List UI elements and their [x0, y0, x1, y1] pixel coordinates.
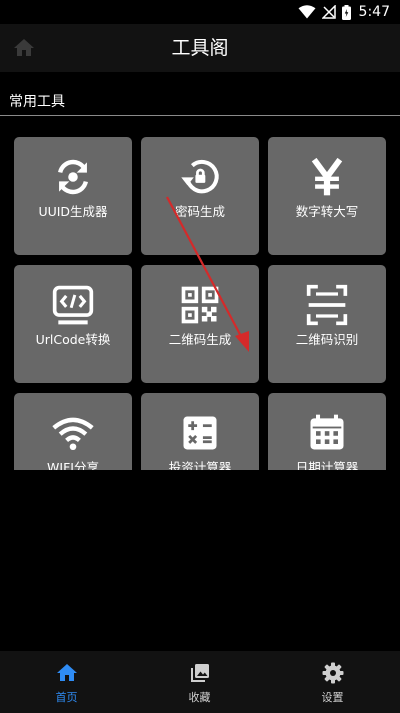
calculator-icon: [141, 411, 259, 455]
tool-label: WIFI分享: [47, 460, 99, 470]
nav-label: 设置: [321, 691, 344, 704]
wifi-status-icon: [298, 5, 316, 19]
nav-label: 首页: [55, 691, 78, 704]
tool-qr-generator[interactable]: 二维码生成: [141, 265, 259, 383]
status-bar: 5:47: [0, 0, 400, 24]
tool-label: 密码生成: [174, 204, 225, 219]
qr-code-icon: [141, 283, 259, 327]
status-time: 5:47: [358, 4, 390, 20]
code-window-icon: [14, 283, 132, 327]
battery-status-icon: [341, 4, 351, 20]
tool-uuid-generator[interactable]: UUID生成器: [14, 137, 132, 255]
tool-wifi-share[interactable]: WIFI分享: [14, 393, 132, 470]
tool-label: 数字转大写: [295, 204, 359, 219]
calendar-icon: [268, 411, 386, 455]
app-title: 工具阁: [171, 37, 229, 59]
tool-label: 二维码识别: [295, 332, 359, 347]
tool-label: UrlCode转换: [35, 332, 111, 347]
lock-reset-icon: [141, 155, 259, 199]
tool-label: UUID生成器: [38, 204, 108, 219]
tool-number-to-uppercase[interactable]: 数字转大写: [268, 137, 386, 255]
section-header: 常用工具: [0, 86, 400, 116]
status-icons: 5:47: [298, 3, 390, 21]
tool-label: 投资计算器: [168, 460, 232, 470]
home-icon: [0, 661, 133, 685]
app-bar: 工具阁: [0, 24, 400, 72]
home-button[interactable]: [12, 36, 36, 60]
nav-item-settings[interactable]: 设置: [266, 651, 399, 713]
signal-status-icon: [321, 5, 336, 19]
tool-investment-calculator[interactable]: 投资计算器: [141, 393, 259, 470]
nav-label: 收藏: [188, 691, 211, 704]
tool-urlcode-converter[interactable]: UrlCode转换: [14, 265, 132, 383]
image-icon: [133, 661, 266, 685]
tool-date-calculator[interactable]: 日期计算器: [268, 393, 386, 470]
bottom-nav: 首页 收藏 设置: [0, 651, 400, 713]
yen-icon: [268, 155, 386, 199]
tool-label: 日期计算器: [295, 460, 359, 470]
refresh-icon: [14, 155, 132, 199]
tool-label: 二维码生成: [168, 332, 232, 347]
tool-qr-scanner[interactable]: 二维码识别: [268, 265, 386, 383]
nav-item-home[interactable]: 首页: [0, 651, 133, 713]
nav-item-favorites[interactable]: 收藏: [133, 651, 266, 713]
section-title: 常用工具: [9, 94, 65, 110]
tool-password-generator[interactable]: 密码生成: [141, 137, 259, 255]
home-icon: [14, 39, 34, 56]
scan-icon: [268, 283, 386, 327]
tools-grid: UUID生成器 密码生成 数字转大写 UrlCode转换 二维码生成 二维码识别…: [0, 118, 400, 470]
gear-icon: [266, 661, 399, 685]
wifi-icon: [14, 411, 132, 455]
